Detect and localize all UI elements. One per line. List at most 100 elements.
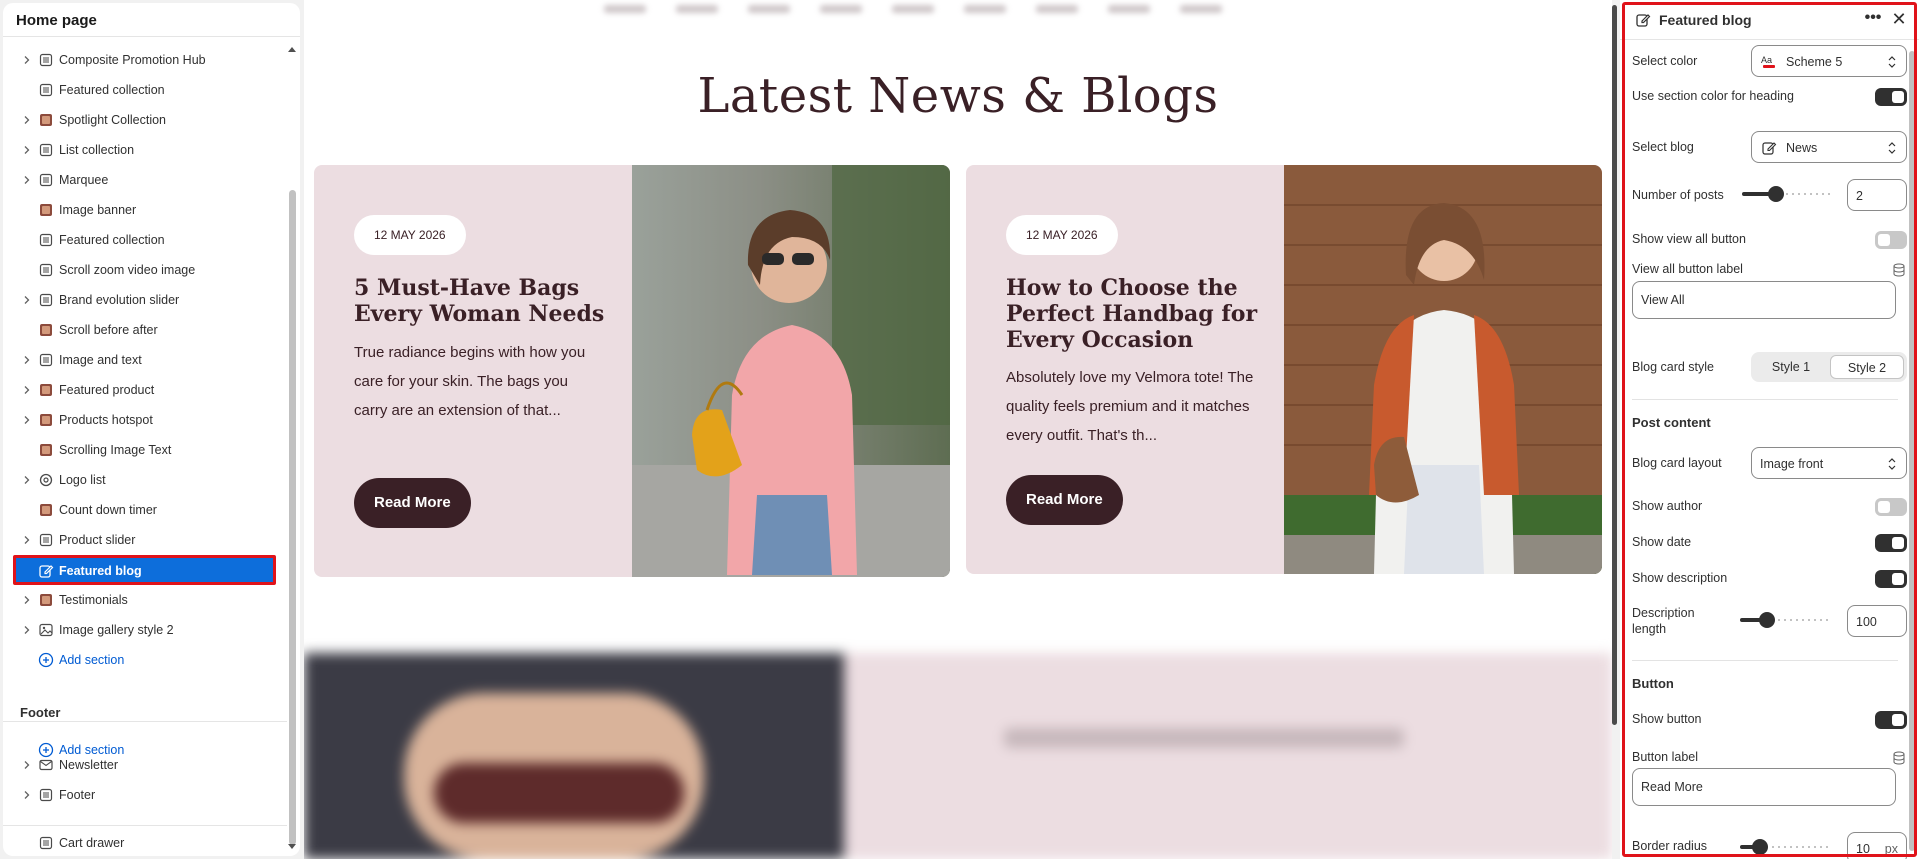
chevron-right-icon[interactable]: [21, 144, 33, 156]
chevron-right-icon[interactable]: [21, 534, 33, 546]
description-length-input[interactable]: 100: [1847, 605, 1907, 637]
posts-label: Number of posts: [1632, 188, 1724, 202]
store-preview: Latest News & Blogs 12 MAY 2026 5 Must-H…: [304, 0, 1612, 859]
section-color-heading-label: Use section color for heading: [1632, 89, 1794, 103]
thumbnail-icon: [38, 202, 54, 218]
show-button-toggle[interactable]: [1875, 711, 1907, 729]
cart-drawer-label: Cart drawer: [59, 836, 125, 850]
close-icon[interactable]: ✕: [1889, 9, 1909, 29]
sidebar-item-label: Image banner: [59, 203, 137, 217]
sidebar-item-featured-collection[interactable]: Featured collection: [3, 75, 287, 105]
sidebar-item-image-and-text[interactable]: Image and text: [3, 345, 287, 375]
chevron-right-icon[interactable]: [21, 54, 33, 66]
plus-circle-icon: [38, 652, 54, 668]
button-section-heading: Button: [1632, 676, 1674, 691]
sidebar-item-scrolling-image-text[interactable]: Scrolling Image Text: [3, 435, 287, 465]
chevron-right-icon[interactable]: [21, 114, 33, 126]
sidebar-item-brand-evolution-slider[interactable]: Brand evolution slider: [3, 285, 287, 315]
style-1-option[interactable]: Style 1: [1754, 355, 1828, 379]
database-icon[interactable]: [1893, 263, 1905, 277]
edit-icon: [1635, 12, 1651, 28]
sidebar-item-newsletter[interactable]: Newsletter: [3, 750, 287, 780]
blog-value: News: [1786, 141, 1818, 155]
show-button-label: Show button: [1632, 712, 1702, 726]
chevron-right-icon[interactable]: [21, 759, 33, 771]
chevron-right-icon[interactable]: [21, 789, 33, 801]
blog-title[interactable]: How to Choose the Perfect Handbag for Ev…: [1006, 275, 1266, 353]
button-label-input[interactable]: Read More: [1632, 768, 1896, 806]
sidebar-item-scroll-before-after[interactable]: Scroll before after: [3, 315, 287, 345]
settings-panel: Featured blog ••• ✕ Select color Aa Sche…: [1620, 0, 1919, 859]
sidebar-scrollbar[interactable]: [287, 40, 297, 853]
blog-description: True radiance begins with how you care f…: [354, 344, 586, 419]
sidebar-item-count-down-timer[interactable]: Count down timer: [3, 495, 287, 525]
select-color-label: Select color: [1632, 54, 1698, 68]
sidebar-item-label: Products hotspot: [59, 413, 153, 427]
sidebar-item-marquee[interactable]: Marquee: [3, 165, 287, 195]
blog-image: [1284, 165, 1602, 574]
view-all-toggle[interactable]: [1875, 231, 1907, 249]
settings-scroll-thumb[interactable]: [1909, 51, 1915, 851]
sidebar-item-logo-list[interactable]: Logo list: [3, 465, 287, 495]
sidebar-item-image-banner[interactable]: Image banner: [3, 195, 287, 225]
posts-number-input[interactable]: 2: [1847, 179, 1907, 211]
chevron-right-icon[interactable]: [21, 594, 33, 606]
card-layout-select[interactable]: Image front: [1751, 447, 1907, 479]
read-more-button[interactable]: Read More: [1006, 475, 1123, 525]
blog-card[interactable]: 12 MAY 2026 How to Choose the Perfect Ha…: [966, 165, 1602, 574]
sidebar-item-composite-promotion-hub[interactable]: Composite Promotion Hub: [3, 45, 287, 75]
chevron-right-icon[interactable]: [21, 414, 33, 426]
chevron-right-icon[interactable]: [21, 384, 33, 396]
posts-slider-handle[interactable]: [1768, 186, 1784, 202]
chevron-right-icon[interactable]: [21, 294, 33, 306]
sidebar-item-footer[interactable]: Footer: [3, 780, 287, 810]
preview-scroll-thumb[interactable]: [1612, 5, 1617, 725]
sidebar-item-testimonials[interactable]: Testimonials: [3, 585, 287, 615]
border-radius-slider[interactable]: [1740, 832, 1830, 859]
scroll-up-icon[interactable]: [287, 45, 297, 53]
border-radius-slider-handle[interactable]: [1752, 839, 1768, 855]
sidebar-item-product-slider[interactable]: Product slider: [3, 525, 287, 555]
show-date-toggle[interactable]: [1875, 534, 1907, 552]
sidebar-item-products-hotspot[interactable]: Products hotspot: [3, 405, 287, 435]
blog-card[interactable]: 12 MAY 2026 5 Must-Have Bags Every Woman…: [314, 165, 950, 577]
select-color-row: Select color Aa Scheme 5: [1632, 45, 1907, 77]
chevron-right-icon[interactable]: [21, 354, 33, 366]
scroll-down-icon[interactable]: [287, 843, 297, 851]
section-icon: [38, 172, 54, 188]
read-more-button[interactable]: Read More: [354, 478, 471, 528]
sidebar-item-featured-collection[interactable]: Featured collection: [3, 225, 287, 255]
description-length-slider[interactable]: [1740, 605, 1830, 637]
add-section-button[interactable]: Add section: [3, 645, 287, 675]
blog-select[interactable]: News: [1751, 131, 1907, 163]
section-icon: [38, 142, 54, 158]
show-description-toggle[interactable]: [1875, 570, 1907, 588]
sidebar-item-label: Spotlight Collection: [59, 113, 167, 127]
chevron-right-icon[interactable]: [21, 624, 33, 636]
blog-title[interactable]: 5 Must-Have Bags Every Woman Needs: [354, 275, 614, 327]
cart-drawer-item[interactable]: Cart drawer: [3, 828, 287, 856]
sidebar-scroll-thumb[interactable]: [289, 190, 296, 845]
more-options-icon[interactable]: •••: [1863, 9, 1883, 29]
chevron-right-icon[interactable]: [21, 174, 33, 186]
show-author-toggle[interactable]: [1875, 498, 1907, 516]
sidebar-item-featured-blog[interactable]: Featured blog: [13, 555, 276, 585]
posts-slider[interactable]: [1742, 179, 1832, 211]
sidebar-title: Home page: [3, 3, 300, 37]
settings-scrollbar[interactable]: [1908, 43, 1916, 853]
database-icon[interactable]: [1893, 751, 1905, 765]
sidebar-item-label: Product slider: [59, 533, 136, 547]
style-2-option[interactable]: Style 2: [1830, 355, 1904, 379]
sidebar-item-image-gallery-style-2[interactable]: Image gallery style 2: [3, 615, 287, 645]
border-radius-input[interactable]: 10 px: [1847, 832, 1907, 859]
sidebar-item-featured-product[interactable]: Featured product: [3, 375, 287, 405]
sidebar-item-list-collection[interactable]: List collection: [3, 135, 287, 165]
section-color-heading-toggle[interactable]: [1875, 88, 1907, 106]
chevron-right-icon[interactable]: [21, 474, 33, 486]
color-scheme-select[interactable]: Aa Scheme 5: [1751, 45, 1907, 77]
description-length-slider-handle[interactable]: [1759, 612, 1775, 628]
sidebar-item-scroll-zoom-video-image[interactable]: Scroll zoom video image: [3, 255, 287, 285]
sidebar-item-label: Scrolling Image Text: [59, 443, 172, 457]
sidebar-item-spotlight-collection[interactable]: Spotlight Collection: [3, 105, 287, 135]
view-all-label-input[interactable]: View All: [1632, 281, 1896, 319]
